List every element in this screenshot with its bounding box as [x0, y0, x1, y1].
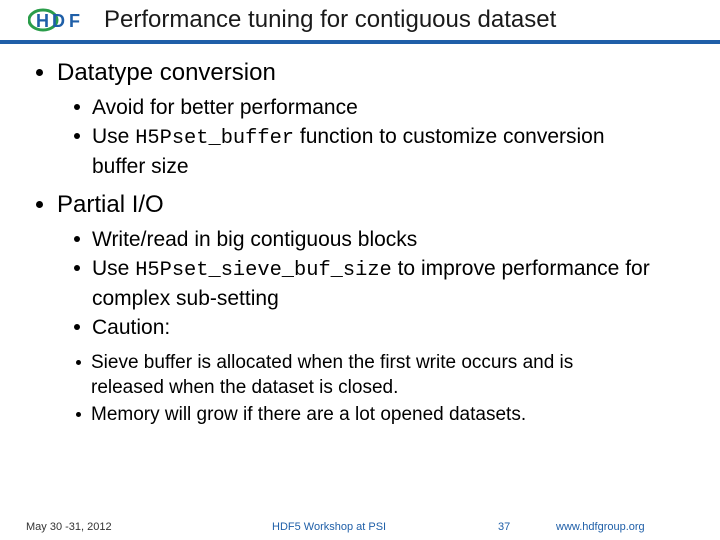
- bullet-text: Memory will grow if there are a lot open…: [91, 403, 526, 428]
- text-fragment: Use: [92, 125, 135, 148]
- bullet-dot-icon: [76, 412, 81, 417]
- footer-url: www.hdfgroup.org: [556, 521, 645, 533]
- bullet-text: Write/read in big contiguous blocks: [92, 226, 417, 253]
- bullet-dot-icon: [76, 360, 81, 365]
- slide-content: Datatype conversion Avoid for better per…: [0, 58, 720, 428]
- title-divider: [0, 40, 720, 44]
- bullet-dot-icon: [74, 324, 80, 330]
- bullet-text: Datatype conversion: [57, 58, 276, 88]
- bullet-text: Use H5Pset_buffer function to customize …: [92, 123, 652, 180]
- bullet-text: Use H5Pset_sieve_buf_size to improve per…: [92, 255, 652, 312]
- bullet-dot-icon: [74, 265, 80, 271]
- bullet-dot-icon: [36, 69, 43, 76]
- bullet-text: Partial I/O: [57, 190, 164, 220]
- code-fragment: H5Pset_sieve_buf_size: [135, 259, 392, 282]
- slide-title: Performance tuning for contiguous datase…: [104, 6, 556, 34]
- slide-header: H D F Performance tuning for contiguous …: [0, 0, 720, 38]
- slide-footer: May 30 -31, 2012 HDF5 Workshop at PSI 37…: [0, 518, 720, 540]
- code-fragment: H5Pset_buffer: [135, 127, 294, 150]
- text-fragment: Use: [92, 257, 135, 280]
- svg-text:H: H: [36, 11, 49, 31]
- footer-page-number: 37: [498, 521, 510, 533]
- bullet-text: Sieve buffer is allocated when the first…: [91, 351, 611, 400]
- bullet-text: Caution:: [92, 314, 170, 341]
- footer-event: HDF5 Workshop at PSI: [272, 521, 386, 533]
- bullet-dot-icon: [74, 133, 80, 139]
- bullet-text: Avoid for better performance: [92, 94, 358, 121]
- bullet-dot-icon: [74, 104, 80, 110]
- svg-text:F: F: [69, 11, 80, 31]
- bullet-dot-icon: [36, 201, 43, 208]
- hdf-logo: H D F: [28, 6, 100, 34]
- footer-date: May 30 -31, 2012: [26, 521, 112, 533]
- bullet-dot-icon: [74, 236, 80, 242]
- svg-text:D: D: [52, 11, 65, 31]
